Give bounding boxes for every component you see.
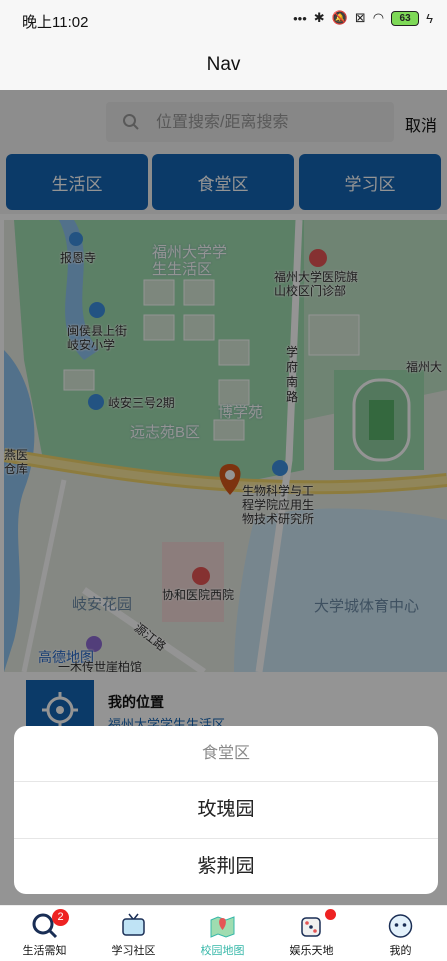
notification-badge: 2	[52, 909, 69, 926]
dice-icon	[301, 917, 321, 937]
charging-icon: ϟ	[426, 10, 433, 26]
tab-study-community[interactable]: 学习社区	[89, 906, 178, 961]
tab-life-info[interactable]: 2 生活需知	[0, 906, 89, 961]
bluetooth-icon: ✱	[313, 10, 325, 25]
wifi-icon: ◠	[372, 10, 385, 25]
tab-label: 我的	[389, 945, 412, 957]
more-dots-icon: •••	[293, 10, 307, 26]
battery-icon: 63	[391, 10, 420, 26]
nav-bar: Nav	[0, 40, 447, 90]
tab-label: 学习社区	[111, 945, 156, 957]
tv-icon	[122, 913, 145, 936]
mute-bell-icon: 🔕	[331, 10, 348, 25]
tab-me[interactable]: 我的	[356, 906, 445, 961]
status-bar: 晚上11:02 ••• ✱ 🔕 ⊠ ◠ 63 ϟ	[0, 0, 447, 40]
face-icon	[388, 914, 413, 938]
tab-label: 校园地图	[200, 945, 245, 957]
notification-dot	[325, 909, 336, 920]
map-pin-icon	[210, 916, 235, 938]
status-time: 晚上11:02	[22, 14, 89, 31]
status-icons: ••• ✱ 🔕 ⊠ ◠ 63 ϟ	[293, 10, 433, 26]
tab-bar: 2 生活需知 学习社区 校园地图 娱乐天地 我的	[0, 905, 447, 961]
action-sheet-option-meiguiyuan[interactable]: 玫瑰园	[14, 782, 438, 839]
action-sheet-title: 食堂区	[14, 726, 438, 782]
page-title: Nav	[206, 54, 241, 75]
tab-label: 生活需知	[22, 945, 67, 957]
tab-entertainment[interactable]: 娱乐天地	[267, 906, 356, 961]
sim-icon: ⊠	[354, 10, 366, 25]
tab-label: 娱乐天地	[289, 945, 334, 957]
tab-campus-map[interactable]: 校园地图	[178, 906, 267, 961]
action-sheet: 食堂区 玫瑰园 紫荆园	[14, 726, 438, 894]
action-sheet-option-zijingyuan[interactable]: 紫荆园	[14, 839, 438, 894]
